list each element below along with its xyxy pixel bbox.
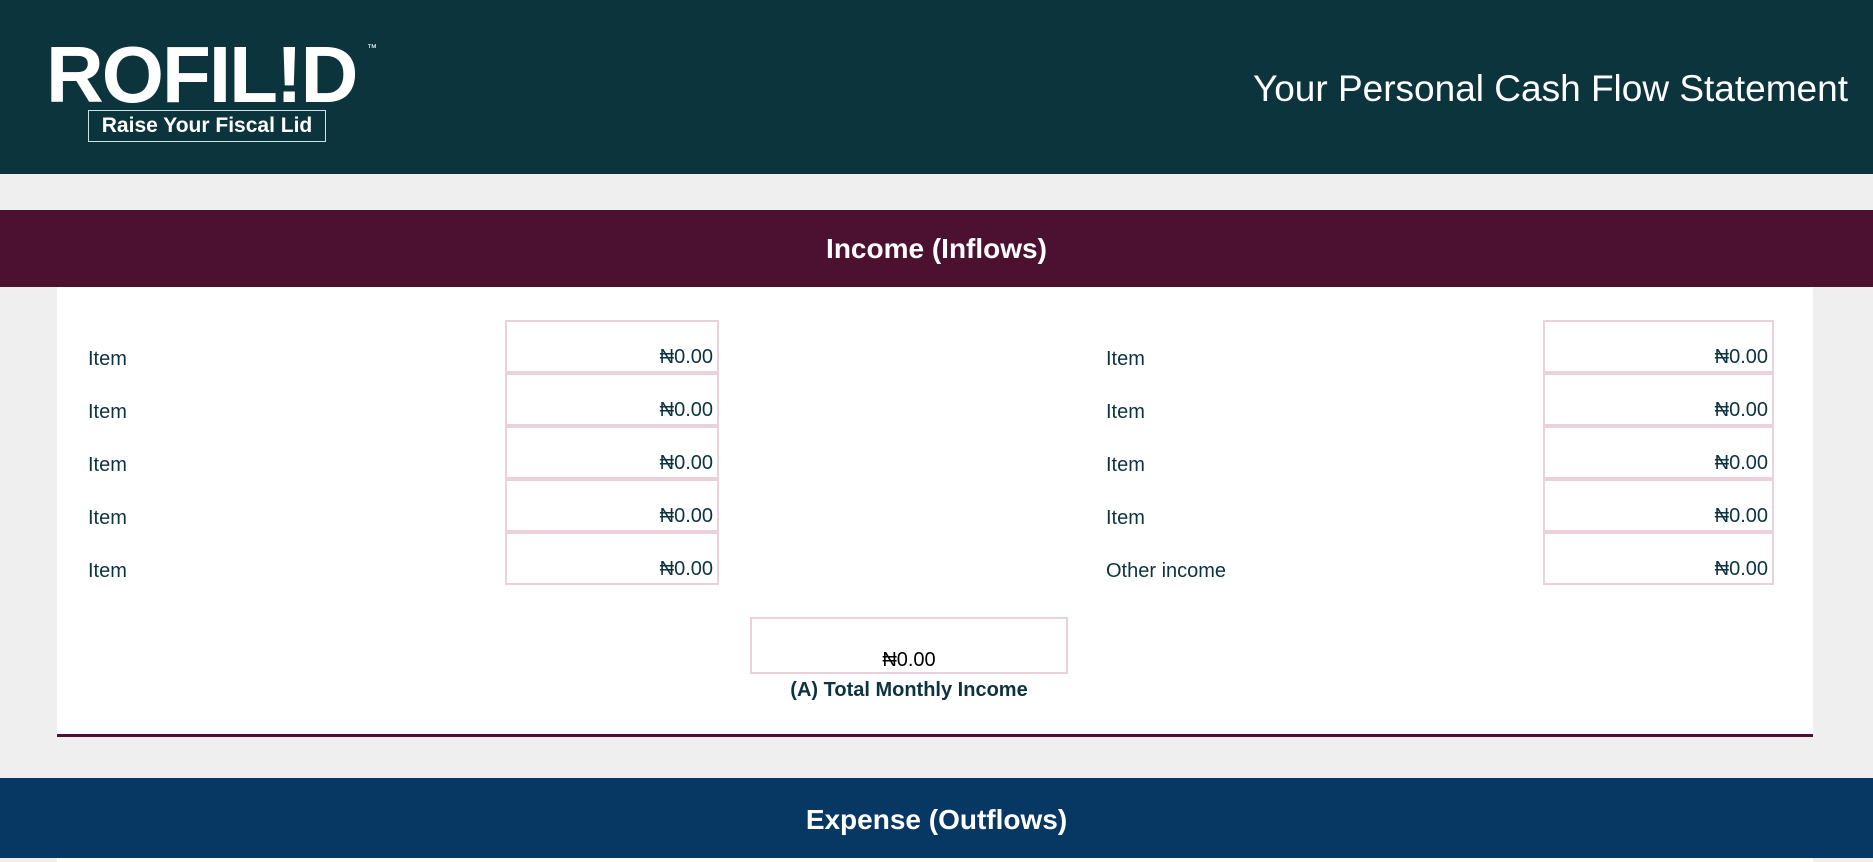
income-amount-field[interactable]: ₦0.00 — [505, 479, 719, 532]
income-item-label: Item — [88, 348, 127, 370]
other-income-amount-field[interactable]: ₦0.00 — [1543, 532, 1774, 585]
total-monthly-income-label: (A) Total Monthly Income — [790, 679, 1028, 701]
total-monthly-income-value: ₦0.00 — [750, 617, 1068, 674]
logo-tagline: Raise Your Fiscal Lid — [88, 110, 326, 142]
income-amount-field[interactable]: ₦0.00 — [1543, 373, 1774, 426]
income-item-label: Item — [1106, 401, 1145, 423]
logo: ROFIL!D — [46, 30, 358, 119]
expense-section-header: Expense (Outflows) — [0, 778, 1873, 858]
income-amount-field[interactable]: ₦0.00 — [1543, 320, 1774, 373]
income-item-label: Item — [1106, 454, 1145, 476]
income-item-label: Item — [88, 454, 127, 476]
income-amount-field[interactable]: ₦0.00 — [505, 320, 719, 373]
income-amount-field[interactable]: ₦0.00 — [1543, 479, 1774, 532]
income-amount-field[interactable]: ₦0.00 — [1543, 426, 1774, 479]
page-title: Your Personal Cash Flow Statement — [1252, 68, 1848, 109]
other-income-label: Other income — [1106, 560, 1227, 582]
income-section-header: Income (Inflows) — [0, 210, 1873, 287]
income-item-label: Item — [88, 560, 127, 582]
expense-panel-edge — [57, 858, 1813, 862]
app-header: ROFIL!D ™ Raise Your Fiscal Lid Your Per… — [0, 0, 1873, 174]
income-amount-field[interactable]: ₦0.00 — [505, 532, 719, 585]
income-item-label: Item — [88, 507, 127, 529]
income-item-label: Item — [88, 401, 127, 423]
trademark-mark: ™ — [367, 43, 377, 54]
income-amount-field[interactable]: ₦0.00 — [505, 373, 719, 426]
income-item-label: Item — [1106, 507, 1145, 529]
income-item-label: Item — [1106, 348, 1145, 370]
income-amount-field[interactable]: ₦0.00 — [505, 426, 719, 479]
